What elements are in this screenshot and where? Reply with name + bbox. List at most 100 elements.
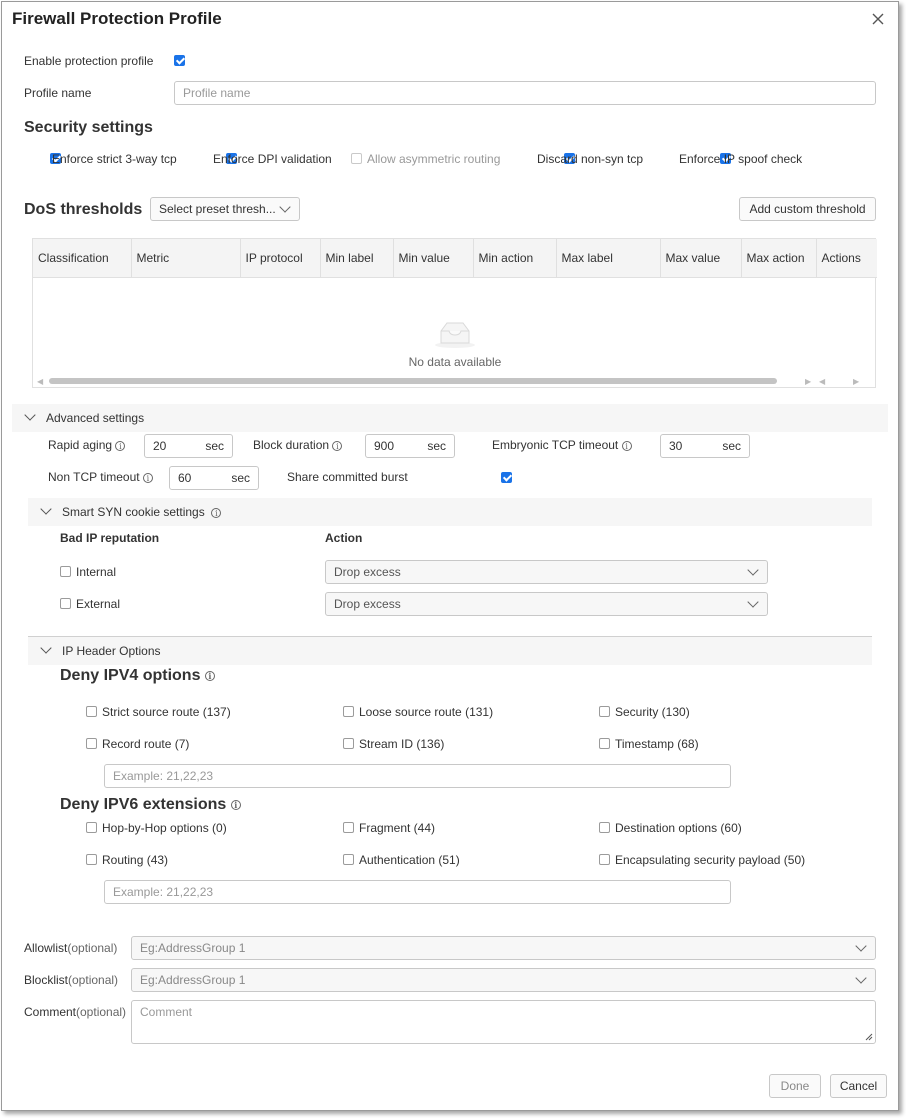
ipv6-option-label: Hop-by-Hop options (0) bbox=[102, 821, 227, 835]
ipv6-option-checkbox[interactable] bbox=[599, 822, 610, 833]
ipv6-option-checkbox[interactable] bbox=[599, 854, 610, 865]
ip-header-toggle[interactable]: IP Header Options bbox=[28, 637, 872, 665]
col-max-label[interactable]: Max label bbox=[556, 239, 661, 278]
dos-table-header: Classification Metric IP protocol Min la… bbox=[33, 239, 877, 278]
ipv6-heading-text: Deny IPV6 extensions bbox=[60, 796, 227, 813]
non-tcp-timeout-label: Non TCP timeout i bbox=[48, 470, 153, 484]
col-max-value[interactable]: Max value bbox=[660, 239, 742, 278]
comment-textarea[interactable]: Comment bbox=[131, 1000, 876, 1044]
scroll-left-icon[interactable]: ◀ bbox=[37, 377, 45, 386]
block-duration-input[interactable]: 900 sec bbox=[365, 434, 455, 458]
rapid-aging-label: Rapid aging i bbox=[48, 438, 126, 452]
ipv6-option-checkbox[interactable] bbox=[343, 854, 354, 865]
advanced-settings-heading: Advanced settings bbox=[46, 411, 145, 425]
col-actions[interactable]: Actions bbox=[816, 239, 877, 278]
col-min-action[interactable]: Min action bbox=[473, 239, 557, 278]
profile-name-placeholder: Profile name bbox=[183, 86, 251, 100]
info-icon: i bbox=[332, 440, 343, 451]
ipv4-option-label: Timestamp (68) bbox=[615, 737, 699, 751]
allowlist-select[interactable]: Eg:AddressGroup 1 bbox=[131, 936, 876, 960]
comment-optional: (optional) bbox=[76, 1005, 127, 1019]
share-burst-checkbox[interactable] bbox=[500, 472, 512, 483]
ipv6-option-label: Encapsulating security payload (50) bbox=[615, 853, 806, 867]
internal-checkbox[interactable] bbox=[60, 566, 71, 577]
ipv6-custom-placeholder: Example: 21,22,23 bbox=[113, 885, 214, 899]
col-metric[interactable]: Metric bbox=[131, 239, 241, 278]
ipv6-option-checkbox[interactable] bbox=[86, 854, 97, 865]
info-icon: i bbox=[142, 472, 153, 483]
smart-syn-toggle[interactable]: Smart SYN cookie settings i bbox=[28, 498, 872, 526]
info-icon: i bbox=[621, 440, 632, 451]
rapid-aging-input[interactable]: 20 sec bbox=[144, 434, 233, 458]
blocklist-select[interactable]: Eg:AddressGroup 1 bbox=[131, 968, 876, 992]
ipv6-option-label: Destination options (60) bbox=[615, 821, 742, 835]
done-button[interactable]: Done bbox=[769, 1074, 821, 1098]
non-tcp-timeout-value: 60 bbox=[178, 471, 192, 485]
ipv4-custom-placeholder: Example: 21,22,23 bbox=[113, 769, 214, 783]
resize-handle-icon[interactable] bbox=[865, 1033, 873, 1041]
chevron-down-icon bbox=[40, 503, 52, 515]
ipv4-heading-text: Deny IPV4 options bbox=[60, 667, 201, 684]
block-duration-value: 900 bbox=[374, 439, 395, 453]
external-checkbox[interactable] bbox=[60, 598, 71, 609]
preset-threshold-placeholder: Select preset thresh... bbox=[159, 202, 276, 216]
allow-asymmetric-label: Allow asymmetric routing bbox=[367, 152, 501, 166]
chevron-down-icon bbox=[855, 972, 867, 984]
allow-asymmetric-checkbox[interactable] bbox=[351, 153, 362, 164]
smart-syn-heading: Smart SYN cookie settings i bbox=[62, 505, 222, 519]
ipv6-custom-input[interactable]: Example: 21,22,23 bbox=[104, 880, 731, 904]
rapid-aging-value: 20 bbox=[153, 439, 167, 453]
comment-label: Comment(optional) bbox=[24, 1005, 126, 1019]
profile-name-input[interactable]: Profile name bbox=[174, 81, 876, 105]
ipv6-option-checkbox[interactable] bbox=[86, 822, 97, 833]
col-ip-protocol[interactable]: IP protocol bbox=[240, 239, 321, 278]
scroll-left-icon-2[interactable]: ◀ bbox=[819, 377, 825, 386]
embryonic-timeout-input[interactable]: 30 sec bbox=[660, 434, 750, 458]
non-tcp-timeout-text: Non TCP timeout bbox=[48, 470, 140, 484]
comment-label-text: Comment bbox=[24, 1005, 77, 1019]
enable-profile-checkbox[interactable] bbox=[174, 55, 185, 66]
ipv4-option-checkbox[interactable] bbox=[343, 706, 354, 717]
add-custom-threshold-button[interactable]: Add custom threshold bbox=[739, 197, 876, 221]
dos-thresholds-heading: DoS thresholds bbox=[24, 201, 143, 218]
blocklist-label: Blocklist(optional) bbox=[24, 973, 118, 987]
ipv4-option-label: Strict source route (137) bbox=[102, 705, 231, 719]
preset-threshold-select[interactable]: Select preset thresh... bbox=[150, 197, 300, 221]
embryonic-timeout-label: Embryonic TCP timeout i bbox=[492, 438, 632, 452]
dialog-title: Firewall Protection Profile bbox=[12, 9, 222, 28]
horizontal-scrollbar[interactable] bbox=[49, 378, 777, 384]
chevron-down-icon bbox=[747, 564, 759, 576]
scroll-right-icon[interactable]: ▶ bbox=[805, 377, 811, 386]
ipv6-option-label: Authentication (51) bbox=[359, 853, 460, 867]
advanced-settings-toggle[interactable]: Advanced settings bbox=[12, 404, 888, 432]
discard-non-syn-label: Discard non-syn tcp bbox=[537, 152, 644, 166]
col-min-label[interactable]: Min label bbox=[320, 239, 394, 278]
block-duration-unit: sec bbox=[427, 439, 446, 453]
col-min-value[interactable]: Min value bbox=[393, 239, 474, 278]
ipv6-heading: Deny IPV6 extensions i bbox=[60, 796, 241, 814]
col-classification[interactable]: Classification bbox=[33, 239, 132, 278]
close-icon[interactable] bbox=[870, 11, 886, 27]
cancel-button[interactable]: Cancel bbox=[830, 1074, 887, 1098]
ipv4-option-checkbox[interactable] bbox=[599, 706, 610, 717]
external-action-select[interactable]: Drop excess bbox=[325, 592, 768, 616]
non-tcp-timeout-input[interactable]: 60 sec bbox=[169, 466, 259, 490]
profile-name-label: Profile name bbox=[24, 86, 92, 100]
ipv4-custom-input[interactable]: Example: 21,22,23 bbox=[104, 764, 731, 788]
embryonic-timeout-value: 30 bbox=[669, 439, 683, 453]
chevron-down-icon bbox=[279, 201, 291, 213]
enable-profile-label: Enable protection profile bbox=[24, 54, 154, 68]
ipv4-option-checkbox[interactable] bbox=[86, 738, 97, 749]
ipv4-option-checkbox[interactable] bbox=[343, 738, 354, 749]
security-settings-heading: Security settings bbox=[24, 119, 153, 136]
ipv6-option-checkbox[interactable] bbox=[343, 822, 354, 833]
external-action-value: Drop excess bbox=[334, 597, 401, 611]
col-max-action[interactable]: Max action bbox=[741, 239, 817, 278]
internal-action-select[interactable]: Drop excess bbox=[325, 560, 768, 584]
share-burst-label: Share committed burst bbox=[287, 470, 408, 484]
embryonic-timeout-unit: sec bbox=[722, 439, 741, 453]
ipv4-option-checkbox[interactable] bbox=[86, 706, 97, 717]
empty-state-text: No data available bbox=[408, 355, 502, 369]
ipv4-option-checkbox[interactable] bbox=[599, 738, 610, 749]
scroll-right-icon-2[interactable]: ▶ bbox=[853, 377, 859, 386]
